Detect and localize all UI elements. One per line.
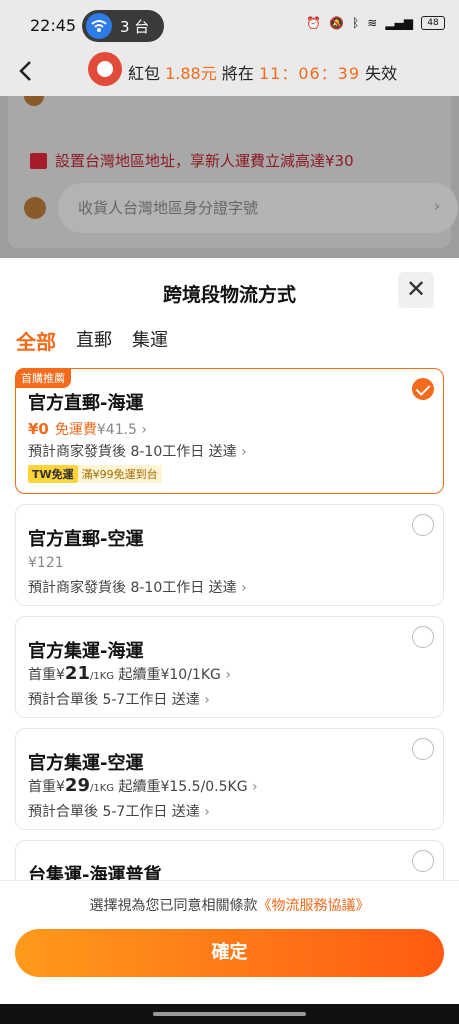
home-handle[interactable] — [153, 1012, 306, 1016]
chevron-right-icon: › — [434, 197, 440, 215]
shipping-option-direct-sea[interactable]: 首購推薦 官方直郵-海運 ¥0 免運費¥41.5 › 預計商家發貨後 8-10工作… — [15, 368, 444, 494]
option-eta: 預計商家發貨後 8-10工作日 送達 › — [28, 580, 247, 596]
tab-direct[interactable]: 直郵 — [76, 326, 112, 355]
hotspot-icon — [86, 13, 112, 39]
red-packet-countdown: 紅包 1.88元 將在 11：06：39 失效 — [128, 64, 398, 83]
signal-icon: ▂▄▆ — [385, 16, 413, 30]
back-arrow-icon — [19, 61, 31, 81]
status-bar: 22:45 3 台 ⏰ 🔕 ᛒ ≋ ▂▄▆ 48 — [0, 0, 459, 50]
option-eta: 預計合單後 5-7工作日 送達 › — [28, 804, 210, 820]
hotspot-indicator[interactable]: 3 台 — [82, 10, 164, 42]
option-rate: 首重¥29/1KG 起續重¥15.5/0.5KG › — [28, 775, 258, 796]
option-price: ¥121 — [28, 555, 64, 571]
gift-icon — [30, 152, 47, 169]
id-card-icon — [24, 197, 46, 219]
sheet-title: 跨境段物流方式 — [162, 284, 296, 306]
radio-checked-icon[interactable] — [412, 378, 434, 400]
promo-banner: 設置台灣地區地址，享新人運費立減高達¥30 — [30, 150, 354, 171]
option-name: 官方直郵-空運 — [28, 529, 144, 550]
tw-free-shipping-tag: TW免運 滿¥99免運到台 — [28, 465, 162, 483]
option-price: ¥0 免運費¥41.5 › — [28, 420, 148, 438]
option-name: 官方直郵-海運 — [28, 393, 144, 414]
confirm-button[interactable]: 確定 — [15, 929, 444, 977]
sheet-footer: 選擇視為您已同意相關條款《物流服務協議》 確定 — [0, 880, 459, 1024]
red-packet-timer-icon — [88, 52, 122, 86]
option-name: 官方集運-海運 — [28, 641, 144, 662]
shipping-option-consolidated-sea[interactable]: 官方集運-海運 首重¥21/1KG 起續重¥10/1KG › 預計合單後 5-7… — [15, 616, 444, 718]
shipping-option-consolidated-air[interactable]: 官方集運-空運 首重¥29/1KG 起續重¥15.5/0.5KG › 預計合單後… — [15, 728, 444, 830]
system-nav-bar — [0, 1004, 459, 1024]
option-eta: 預計商家發貨後 8-10工作日 送達 › — [28, 444, 247, 460]
radio-unchecked-icon[interactable] — [412, 514, 434, 536]
id-number-input[interactable]: 收貨人台灣地區身分證字號 › — [58, 183, 458, 233]
alarm-icon: ⏰ — [306, 16, 322, 30]
radio-unchecked-icon[interactable] — [412, 738, 434, 760]
option-rate: 首重¥21/1KG 起續重¥10/1KG › — [28, 663, 231, 684]
tab-consolidated[interactable]: 集運 — [132, 326, 168, 355]
clock: 22:45 — [30, 16, 77, 35]
agreement-text: 選擇視為您已同意相關條款《物流服務協議》 — [89, 898, 370, 914]
system-icons: ⏰ 🔕 ᛒ ≋ ▂▄▆ 48 — [306, 16, 445, 30]
shipping-tabs: 全部 直郵 集運 — [16, 326, 168, 355]
wifi-icon: ≋ — [367, 16, 378, 30]
first-purchase-badge: 首購推薦 — [15, 368, 71, 388]
mute-icon: 🔕 — [329, 16, 345, 30]
radio-unchecked-icon[interactable] — [412, 850, 434, 872]
option-name: 官方集運-空運 — [28, 753, 144, 774]
id-number-row: 收貨人台灣地區身分證字號 › — [20, 183, 458, 233]
page-header: 紅包 1.88元 將在 11：06：39 失效 — [0, 50, 459, 96]
radio-unchecked-icon[interactable] — [412, 626, 434, 648]
shipping-option-direct-air[interactable]: 官方直郵-空運 ¥121 預計商家發貨後 8-10工作日 送達 › — [15, 504, 444, 606]
tab-all[interactable]: 全部 — [16, 326, 56, 355]
bluetooth-icon: ᛒ — [352, 16, 360, 30]
close-icon: ✕ — [405, 275, 427, 303]
option-eta: 預計合單後 5-7工作日 送達 › — [28, 692, 210, 708]
logistics-agreement-link[interactable]: 《物流服務協議》 — [258, 898, 370, 914]
close-button[interactable]: ✕ — [398, 272, 434, 308]
battery-icon: 48 — [421, 16, 445, 30]
hotspot-count: 3 台 — [120, 18, 150, 36]
back-button[interactable] — [14, 56, 38, 86]
